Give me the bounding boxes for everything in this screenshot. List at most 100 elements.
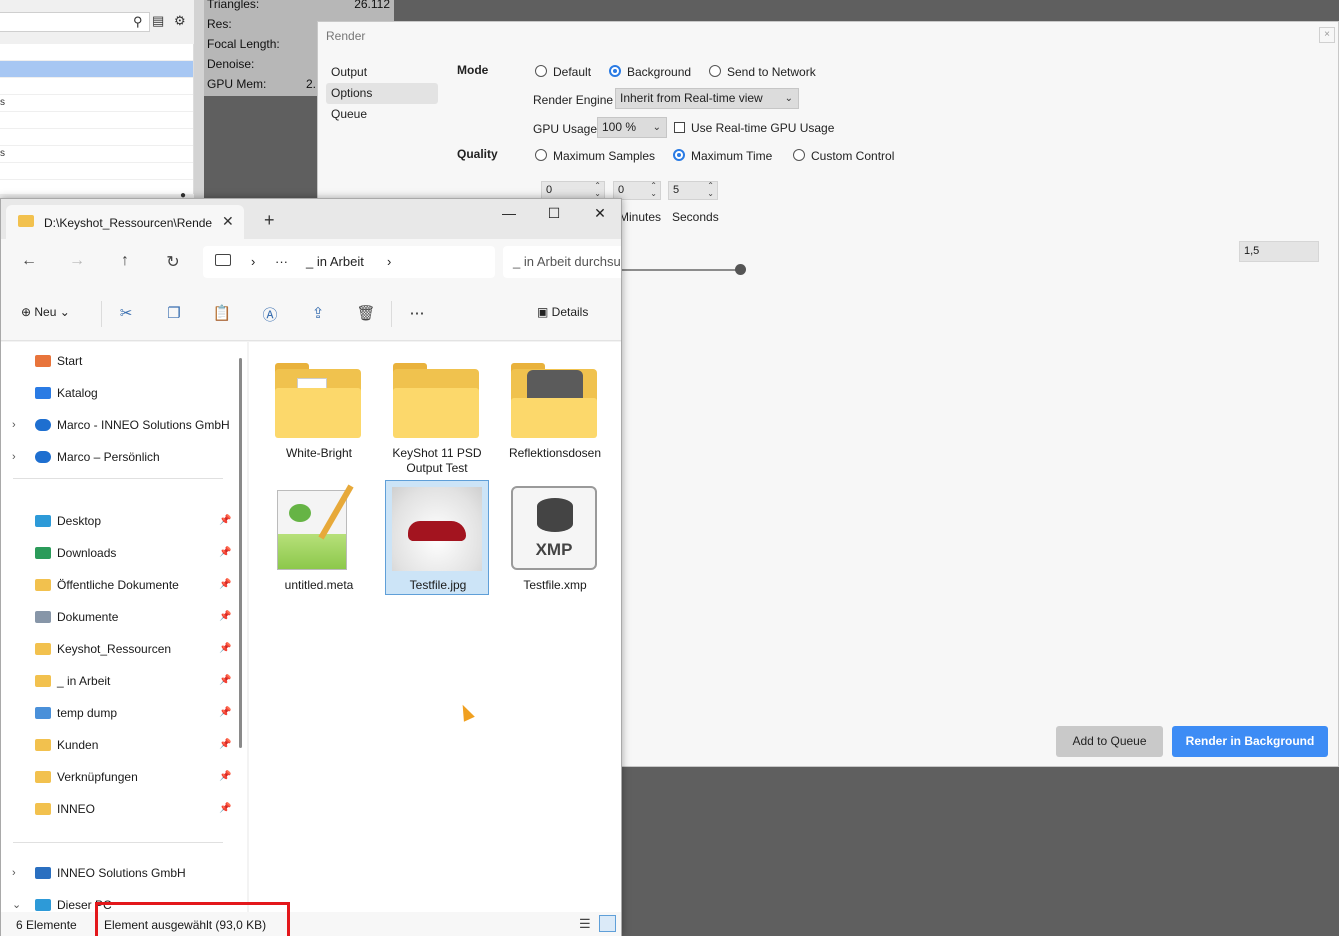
slider-value-input[interactable]: 1,5 (1239, 241, 1319, 262)
file-item-jpg-selected[interactable]: Testfile.jpg (385, 480, 489, 595)
nav-item-onedrive-inneo[interactable]: › Marco - INNEO Solutions GmbH (1, 414, 233, 436)
realtime-gpu-checkbox[interactable] (674, 122, 685, 133)
pin-icon[interactable]: 📌 (219, 670, 231, 692)
forward-arrow-icon[interactable]: → (65, 252, 89, 270)
minimize-button[interactable]: — (494, 205, 524, 221)
nav-item-start[interactable]: Start (1, 350, 233, 372)
tree-row[interactable] (0, 129, 193, 146)
scrollbar[interactable] (239, 358, 242, 748)
new-button[interactable]: ⊕ Neu ⌄ (21, 305, 70, 319)
chevron-right-icon[interactable]: › (12, 446, 16, 468)
nav-label: Katalog (57, 386, 98, 400)
pin-icon[interactable]: 📌 (219, 638, 231, 660)
nav-output[interactable]: Output (326, 62, 438, 83)
quality-max-time-radio[interactable] (673, 149, 685, 161)
close-icon[interactable]: × (1319, 27, 1335, 43)
rename-icon[interactable]: Ⓐ (258, 304, 282, 325)
up-arrow-icon[interactable]: ↑ (113, 252, 137, 270)
search-icon[interactable]: ⚲ (133, 14, 143, 30)
render-in-background-button[interactable]: Render in Background (1172, 726, 1328, 757)
more-options-icon[interactable]: ⋯ (405, 304, 429, 322)
search-input[interactable]: _ in Arbeit durchsu (503, 246, 621, 278)
tiles-view-icon[interactable] (599, 915, 616, 932)
render-engine-select[interactable]: Inherit from Real-time view ⌄ (615, 88, 799, 109)
pin-icon[interactable]: 📌 (219, 702, 231, 724)
mode-default-radio[interactable] (535, 65, 547, 77)
nav-item-onedrive-personal[interactable]: › Marco – Persönlich (1, 446, 233, 468)
nav-queue[interactable]: Queue (326, 104, 438, 125)
stepper-arrows-icon[interactable]: ⌃ ⌄ (650, 182, 657, 198)
chevron-right-icon[interactable]: › (251, 254, 255, 269)
tree-row[interactable] (0, 44, 193, 61)
settings-icon[interactable]: ⚙ (174, 13, 186, 29)
file-item-meta[interactable]: untitled.meta (267, 482, 371, 597)
slider-handle[interactable] (735, 264, 746, 275)
nav-item-inneo-solutions[interactable]: › INNEO Solutions GmbH (1, 862, 233, 884)
quality-max-samples-radio[interactable] (535, 149, 547, 161)
stepper-arrows-icon[interactable]: ⌃ ⌄ (594, 182, 601, 198)
pin-icon[interactable]: 📌 (219, 606, 231, 628)
pin-icon[interactable]: 📌 (219, 510, 231, 532)
nav-item-katalog[interactable]: Katalog (1, 382, 233, 404)
nav-item-keyshot-ressourcen[interactable]: Keyshot_Ressourcen 📌 (1, 638, 233, 660)
explorer-tab[interactable]: D:\Keyshot_Ressourcen\Rende ✕ (6, 205, 244, 239)
mode-background-radio[interactable] (609, 65, 621, 77)
seconds-spinbox[interactable]: 5 ⌃ ⌄ (668, 181, 718, 200)
gpu-usage-select[interactable]: 100 % ⌄ (597, 117, 667, 138)
chevron-right-icon[interactable]: › (387, 254, 391, 269)
breadcrumb-current[interactable]: _ in Arbeit (306, 254, 364, 269)
file-explorer-window: D:\Keyshot_Ressourcen\Rende ✕ + — ☐ ✕ ← … (0, 198, 622, 936)
database-icon (537, 498, 573, 532)
tree-row[interactable] (0, 112, 193, 129)
pin-icon[interactable]: 📌 (219, 766, 231, 788)
close-window-button[interactable]: ✕ (585, 205, 615, 222)
nav-options[interactable]: Options (326, 83, 438, 104)
nav-item-desktop[interactable]: Desktop 📌 (1, 510, 233, 532)
nav-item-kunden[interactable]: Kunden 📌 (1, 734, 233, 756)
delete-icon[interactable]: 🗑 (354, 304, 378, 322)
file-item-xmp[interactable]: XMP Testfile.xmp (503, 482, 607, 597)
add-to-queue-button[interactable]: Add to Queue (1056, 726, 1163, 757)
breadcrumb-more[interactable]: ··· (275, 254, 288, 269)
nav-item-downloads[interactable]: Downloads 📌 (1, 542, 233, 564)
address-bar[interactable]: › ··· _ in Arbeit › (203, 246, 495, 278)
nav-item-temp-dump[interactable]: temp dump 📌 (1, 702, 233, 724)
close-tab-icon[interactable]: ✕ (222, 213, 234, 230)
file-item-folder[interactable]: KeyShot 11 PSD Output Test (385, 350, 489, 475)
list-view-icon[interactable]: ☰ (579, 916, 591, 932)
chevron-right-icon[interactable]: › (12, 414, 16, 436)
nav-item-documents[interactable]: Dokumente 📌 (1, 606, 233, 628)
copy-icon[interactable]: ❐ (162, 304, 186, 322)
tree-row[interactable]: s (0, 146, 193, 163)
pin-icon[interactable]: 📌 (219, 542, 231, 564)
tree-row-selected[interactable] (0, 61, 193, 78)
maximize-button[interactable]: ☐ (539, 205, 569, 222)
tree-row[interactable] (0, 78, 193, 95)
tree-row[interactable] (0, 163, 193, 180)
pin-icon[interactable]: 📌 (219, 574, 231, 596)
slider-track[interactable] (622, 269, 741, 271)
pin-icon[interactable]: 📌 (219, 798, 231, 820)
file-item-folder[interactable]: Reflektionsdosen (503, 350, 607, 460)
back-arrow-icon[interactable]: ← (17, 252, 41, 270)
tree-row[interactable]: s (0, 95, 193, 112)
quality-custom-radio[interactable] (793, 149, 805, 161)
new-tab-button[interactable]: + (264, 211, 275, 229)
nav-item-inneo[interactable]: INNEO 📌 (1, 798, 233, 820)
tab-bar: D:\Keyshot_Ressourcen\Rende ✕ + — ☐ ✕ (1, 199, 621, 239)
stepper-arrows-icon[interactable]: ⌃ ⌄ (707, 182, 714, 198)
mode-network-radio[interactable] (709, 65, 721, 77)
chevron-right-icon[interactable]: › (12, 862, 16, 884)
scene-search-input[interactable] (0, 12, 150, 32)
nav-item-verknuepfungen[interactable]: Verknüpfungen 📌 (1, 766, 233, 788)
nav-item-public-documents[interactable]: Öffentliche Dokumente 📌 (1, 574, 233, 596)
folder-filter-icon[interactable]: ▤ (152, 13, 164, 29)
share-icon[interactable]: ⇪ (306, 304, 330, 322)
pin-icon[interactable]: 📌 (219, 734, 231, 756)
paste-icon[interactable]: 📋 (210, 304, 234, 322)
nav-item-in-arbeit[interactable]: _ in Arbeit 📌 (1, 670, 233, 692)
file-item-folder[interactable]: White-Bright (267, 350, 371, 460)
refresh-icon[interactable]: ↻ (161, 252, 185, 272)
cut-icon[interactable]: ✂ (114, 304, 138, 322)
details-button[interactable]: ▣ Details (537, 305, 588, 319)
